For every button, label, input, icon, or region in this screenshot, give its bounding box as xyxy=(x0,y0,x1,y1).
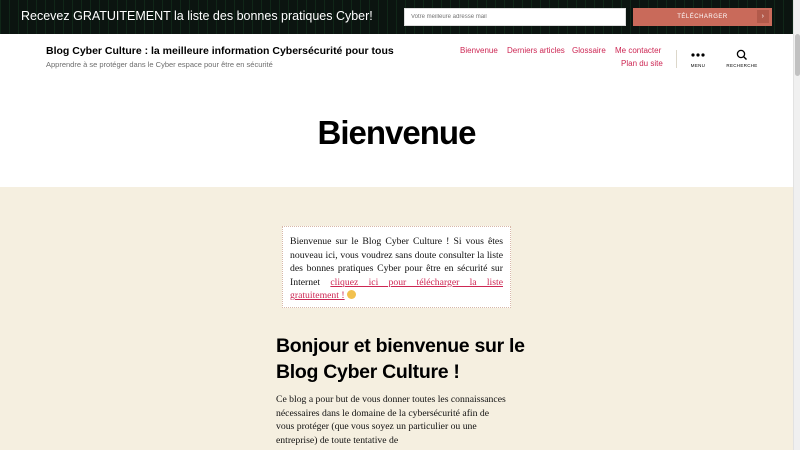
welcome-notice-box: Bienvenue sur le Blog Cyber Culture ! Si… xyxy=(282,226,511,308)
search-toggle[interactable]: RECHERCHE xyxy=(722,49,762,68)
nav-item-derniers-articles[interactable]: Derniers articles xyxy=(507,46,565,55)
smiley-icon xyxy=(347,290,357,299)
email-field[interactable] xyxy=(404,8,626,26)
download-button[interactable]: TÉLÉCHARGER › xyxy=(633,8,772,26)
chevron-right-icon: › xyxy=(757,10,769,23)
promo-text: Recevez GRATUITEMENT la liste des bonnes… xyxy=(21,9,373,23)
site-header: Blog Cyber Culture : la meilleure inform… xyxy=(0,34,793,187)
nav-item-bienvenue[interactable]: Bienvenue xyxy=(460,46,498,55)
promo-banner: Recevez GRATUITEMENT la liste des bonnes… xyxy=(0,0,793,34)
nav-item-glossaire[interactable]: Glossaire xyxy=(572,46,606,55)
nav-item-me-contacter[interactable]: Me contacter xyxy=(615,46,661,55)
menu-button[interactable]: MENU xyxy=(678,49,718,68)
search-icon xyxy=(736,49,747,60)
scrollbar-thumb[interactable] xyxy=(795,34,800,76)
site-title[interactable]: Blog Cyber Culture : la meilleure inform… xyxy=(46,45,394,57)
site-description: Apprendre à se protéger dans le Cyber es… xyxy=(46,60,273,69)
nav-item-plan-du-site[interactable]: Plan du site xyxy=(621,59,663,68)
search-label: RECHERCHE xyxy=(726,63,758,68)
intro-paragraph: Ce blog a pour but de vous donner toutes… xyxy=(276,394,506,446)
welcome-heading: Bonjour et bienvenue sur le Blog Cyber C… xyxy=(276,335,525,383)
page-title: Bienvenue xyxy=(317,114,477,151)
nav-divider xyxy=(676,50,677,68)
ellipsis-icon xyxy=(691,53,705,57)
menu-label: MENU xyxy=(690,63,706,68)
download-button-label: TÉLÉCHARGER xyxy=(677,14,728,20)
scrollbar[interactable] xyxy=(793,0,800,450)
